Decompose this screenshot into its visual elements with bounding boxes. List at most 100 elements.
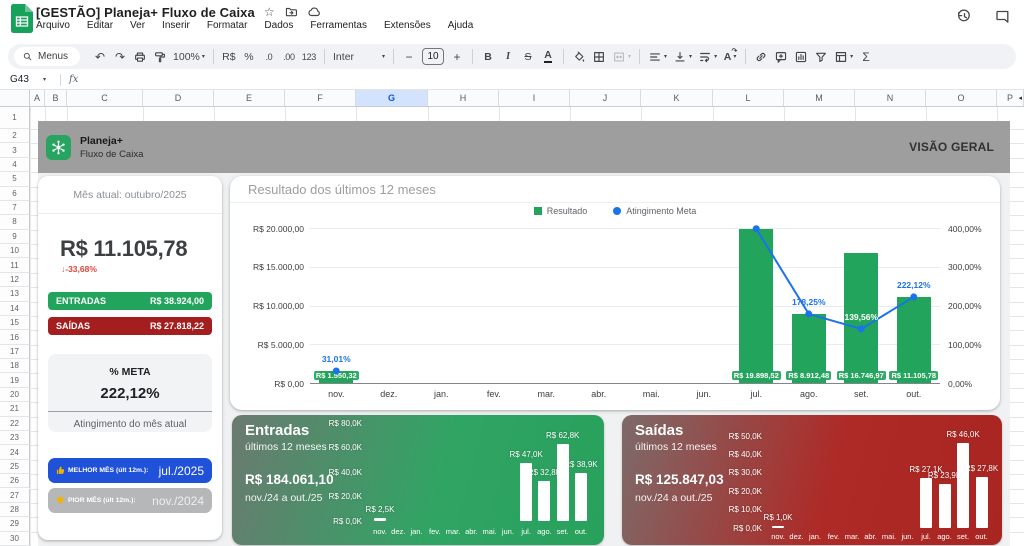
column-header-N[interactable]: N — [855, 90, 926, 106]
row-header-24[interactable]: 24 — [0, 445, 30, 460]
decrease-decimals-button[interactable]: .0 — [259, 47, 279, 67]
column-header-G[interactable]: G — [356, 90, 428, 106]
row-header-27[interactable]: 27 — [0, 488, 30, 503]
row-header-8[interactable]: 8 — [0, 215, 30, 230]
mini-x-label-mar.: mar. — [445, 527, 461, 536]
menu-arquivo[interactable]: Arquivo — [36, 20, 70, 31]
text-wrap-button[interactable]: ▾ — [695, 47, 720, 67]
more-formats-button[interactable]: 123 — [299, 47, 319, 67]
column-header-B[interactable]: B — [45, 90, 67, 106]
move-folder-icon[interactable] — [284, 5, 298, 19]
row-header-15[interactable]: 15 — [0, 315, 30, 331]
row-header-26[interactable]: 26 — [0, 474, 30, 489]
entradas-panel[interactable]: Entradas últimos 12 meses R$ 184.061,10 … — [232, 415, 604, 545]
row-header-21[interactable]: 21 — [0, 402, 30, 417]
column-header-F[interactable]: F — [285, 90, 356, 106]
column-header-P[interactable]: P — [997, 90, 1024, 106]
borders-button[interactable] — [589, 47, 609, 67]
text-rotation-button[interactable]: A ↷ ▾ — [720, 47, 740, 67]
font-size-input[interactable]: 10 — [422, 48, 445, 65]
row-header-17[interactable]: 17 — [0, 344, 30, 360]
name-box[interactable]: G43 ▾ — [0, 74, 52, 85]
format-percent-button[interactable]: % — [239, 47, 259, 67]
menus-search-button[interactable]: Menus — [14, 47, 81, 66]
resultado-chart-card[interactable]: Resultado dos últimos 12 meses Resultado… — [230, 176, 1000, 410]
menu-extensões[interactable]: Extensões — [384, 20, 431, 31]
redo-button[interactable]: ↷ — [110, 47, 130, 67]
table-views-button[interactable]: ▾ — [831, 47, 856, 67]
row-header-4[interactable]: 4 — [0, 157, 30, 173]
row-header-13[interactable]: 13 — [0, 287, 30, 302]
menu-ferramentas[interactable]: Ferramentas — [310, 20, 367, 31]
print-button[interactable] — [130, 47, 150, 67]
merge-cells-button[interactable]: ▾ — [609, 47, 634, 67]
column-header-C[interactable]: C — [67, 90, 143, 106]
strikethrough-button[interactable]: S — [525, 51, 532, 63]
bold-button[interactable]: B — [484, 51, 492, 63]
row-header-10[interactable]: 10 — [0, 244, 30, 259]
column-header-E[interactable]: E — [214, 90, 285, 106]
column-header-M[interactable]: M — [784, 90, 855, 106]
insert-comment-button[interactable] — [771, 47, 791, 67]
column-header-K[interactable]: K — [641, 90, 713, 106]
insert-chart-button[interactable] — [791, 47, 811, 67]
insert-link-button[interactable] — [751, 47, 771, 67]
row-header-30[interactable]: 30 — [0, 531, 30, 546]
paint-format-button[interactable] — [150, 47, 170, 67]
star-icon[interactable]: ☆ — [264, 6, 275, 18]
row-header-18[interactable]: 18 — [0, 359, 30, 374]
column-header-J[interactable]: J — [570, 90, 641, 106]
menu-dados[interactable]: Dados — [264, 20, 293, 31]
select-all-corner[interactable] — [0, 90, 30, 106]
fill-color-button[interactable] — [569, 47, 589, 67]
row-header-6[interactable]: 6 — [0, 186, 30, 201]
row-header-1[interactable]: 1 — [0, 107, 30, 129]
row-header-7[interactable]: 7 — [0, 200, 30, 216]
row-header-12[interactable]: 12 — [0, 272, 30, 288]
row-header-14[interactable]: 14 — [0, 301, 30, 316]
document-title[interactable]: [GESTÃO] Planeja+ Fluxo de Caixa — [36, 5, 255, 20]
menu-inserir[interactable]: Inserir — [162, 20, 190, 31]
row-header-28[interactable]: 28 — [0, 502, 30, 518]
row-header-29[interactable]: 29 — [0, 517, 30, 532]
row-header-22[interactable]: 22 — [0, 416, 30, 431]
horizontal-align-button[interactable]: ▾ — [645, 47, 670, 67]
row-header-23[interactable]: 23 — [0, 430, 30, 446]
text-color-button[interactable]: A — [544, 49, 552, 63]
menu-editar[interactable]: Editar — [87, 20, 113, 31]
row-header-19[interactable]: 19 — [0, 373, 30, 388]
row-header-11[interactable]: 11 — [0, 258, 30, 273]
google-sheets-logo[interactable] — [10, 3, 33, 34]
comments-icon[interactable] — [994, 8, 1010, 24]
row-header-20[interactable]: 20 — [0, 387, 30, 403]
row-header-2[interactable]: 2 — [0, 129, 30, 144]
column-header-H[interactable]: H — [428, 90, 499, 106]
filter-button[interactable] — [811, 47, 831, 67]
menu-ajuda[interactable]: Ajuda — [448, 20, 474, 31]
font-select[interactable]: Inter ▾ — [330, 47, 388, 67]
spreadsheet-grid[interactable]: 1 2 3 4 5 6 7 8 9 10 11 12 13 14 15 16 17 18 19 20 21 22 23 24 2… — [0, 107, 1024, 546]
zoom-select[interactable]: 100% ▾ — [170, 47, 208, 67]
decrease-font-size-button[interactable]: − — [399, 47, 419, 67]
increase-decimals-button[interactable]: .00 — [279, 47, 299, 67]
vertical-align-button[interactable]: ▾ — [670, 47, 695, 67]
format-currency-button[interactable]: R$ — [219, 47, 239, 67]
italic-button[interactable]: I — [506, 51, 510, 62]
row-header-16[interactable]: 16 — [0, 330, 30, 345]
row-header-9[interactable]: 9 — [0, 229, 30, 245]
column-header-O[interactable]: O — [926, 90, 997, 106]
column-header-I[interactable]: I — [499, 90, 570, 106]
column-header-L[interactable]: L — [713, 90, 784, 106]
menu-formatar[interactable]: Formatar — [207, 20, 248, 31]
row-header-3[interactable]: 3 — [0, 143, 30, 158]
undo-button[interactable]: ↶ — [90, 47, 110, 67]
row-header-5[interactable]: 5 — [0, 172, 30, 187]
column-header-D[interactable]: D — [143, 90, 214, 106]
saidas-panel[interactable]: Saídas últimos 12 meses R$ 125.847,03 no… — [622, 415, 1002, 545]
version-history-icon[interactable] — [956, 8, 972, 24]
menu-ver[interactable]: Ver — [130, 20, 145, 31]
functions-button[interactable]: Σ — [856, 47, 876, 67]
increase-font-size-button[interactable]: + — [447, 47, 467, 67]
row-header-25[interactable]: 25 — [0, 459, 30, 475]
column-header-A[interactable]: A — [30, 90, 45, 106]
